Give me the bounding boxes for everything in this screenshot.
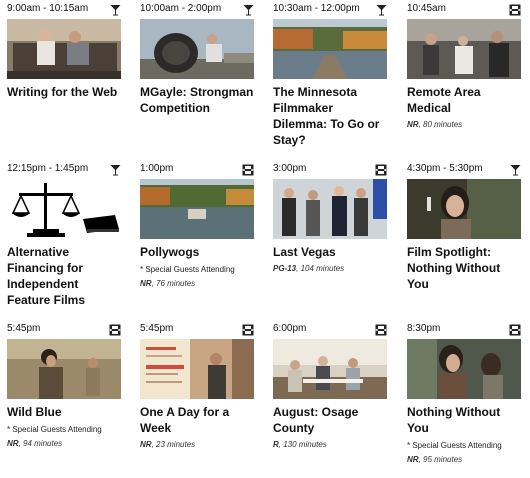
event-duration: , 76 minutes [151,279,196,288]
event-time: 5:45pm [140,323,174,334]
film-strip-icon [508,3,522,17]
event-thumbnail[interactable] [407,19,521,79]
event-rating: PG-13 [273,264,297,273]
event-thumbnail[interactable] [7,19,121,79]
event-duration: , 23 minutes [151,440,196,449]
event-rating: NR [407,120,419,129]
event-time: 4:30pm - 5:30pm [407,163,483,174]
event-rating-duration: PG-13, 104 minutes [272,263,388,274]
event-thumbnail[interactable] [140,179,254,239]
martini-glass-icon [108,163,122,177]
film-strip-icon [241,323,255,337]
event-card[interactable]: 10:00am - 2:00pm MGayle: Strongman Compe… [139,3,255,116]
event-thumbnail[interactable] [273,179,387,239]
event-card[interactable]: 3:00pm Last Vegas PG-13, 104 minutes [272,163,388,274]
event-thumbnail[interactable] [140,19,254,79]
event-card[interactable]: 8:30pm Nothing Without You * Special Gue… [406,323,522,465]
film-strip-icon [108,323,122,337]
special-guests-note: * Special Guests Attending [407,441,502,450]
event-card[interactable]: 1:00pm Pollywogs * Special Guests Attend… [139,163,255,289]
film-strip-icon [241,163,255,177]
event-title[interactable]: Last Vegas [272,244,388,260]
event-card[interactable]: 9:00am - 10:15am Writing for the Web [6,3,122,100]
event-time: 10:45am [407,3,446,14]
event-rating: NR [140,440,152,449]
event-card[interactable]: 4:30pm - 5:30pm Film Spotlight: Nothing … [406,163,522,292]
martini-glass-icon [508,163,522,177]
event-grid: 9:00am - 10:15am Writing for the Web 10:… [0,0,530,478]
event-title[interactable]: The Minnesota Filmmaker Dilemma: To Go o… [272,84,388,148]
event-thumbnail[interactable] [273,19,387,79]
event-card[interactable]: 5:45pm Wild Blue * Special Guests Attend… [6,323,122,449]
event-time: 12:15pm - 1:45pm [7,163,89,174]
martini-glass-icon [241,3,255,17]
event-card[interactable]: 10:30am - 12:00pm The Minnesota Filmmake… [272,3,388,148]
event-rating-duration: NR, 80 minutes [406,119,522,130]
event-card[interactable]: 6:00pm August: Osage County R, 130 minut… [272,323,388,450]
event-time: 8:30pm [407,323,441,334]
film-strip-icon [374,323,388,337]
film-strip-icon [374,163,388,177]
event-title[interactable]: MGayle: Strongman Competition [139,84,255,116]
event-thumbnail[interactable] [273,339,387,399]
event-duration: , 80 minutes [418,120,463,129]
martini-glass-icon [108,3,122,17]
event-rating-duration: NR, 94 minutes [6,438,122,449]
event-card[interactable]: 5:45pm One A Day for a Week NR, 23 minut… [139,323,255,450]
event-rating-duration: NR, 76 minutes [139,278,255,289]
event-thumbnail[interactable] [407,179,521,239]
event-title[interactable]: Remote Area Medical [406,84,522,116]
event-card[interactable]: 10:45am Remote Area Medical NR, 80 minut… [406,3,522,130]
event-title[interactable]: One A Day for a Week [139,404,255,436]
event-rating-duration: NR, 95 minutes [406,454,522,465]
event-duration: , 130 minutes [278,440,327,449]
event-title[interactable]: Pollywogs [139,244,255,260]
event-rating: NR [407,455,419,464]
event-thumbnail[interactable] [7,339,121,399]
special-guests-note: * Special Guests Attending [7,425,102,434]
martini-glass-icon [374,3,388,17]
event-time: 3:00pm [273,163,307,174]
event-time: 5:45pm [7,323,41,334]
event-title[interactable]: Writing for the Web [6,84,122,100]
event-rating: NR [140,279,152,288]
event-rating-duration: NR, 23 minutes [139,439,255,450]
event-title[interactable]: Wild Blue [6,404,122,420]
event-time: 10:30am - 12:00pm [273,3,360,14]
film-strip-icon [508,323,522,337]
event-title[interactable]: Film Spotlight: Nothing Without You [406,244,522,292]
event-card[interactable]: 12:15pm - 1:45pm Alternative Financing f… [6,163,122,308]
event-title[interactable]: August: Osage County [272,404,388,436]
event-time: 9:00am - 10:15am [7,3,89,14]
event-duration: , 95 minutes [418,455,463,464]
event-title[interactable]: Alternative Financing for Independent Fe… [6,244,122,308]
event-time: 10:00am - 2:00pm [140,3,222,14]
event-rating: NR [7,439,19,448]
event-title[interactable]: Nothing Without You [406,404,522,436]
event-duration: , 94 minutes [18,439,63,448]
event-thumbnail[interactable] [7,179,121,239]
event-time: 1:00pm [140,163,174,174]
special-guests-note: * Special Guests Attending [140,265,235,274]
event-duration: , 104 minutes [296,264,345,273]
event-thumbnail[interactable] [140,339,254,399]
event-thumbnail[interactable] [407,339,521,399]
event-time: 6:00pm [273,323,307,334]
event-rating-duration: R, 130 minutes [272,439,388,450]
